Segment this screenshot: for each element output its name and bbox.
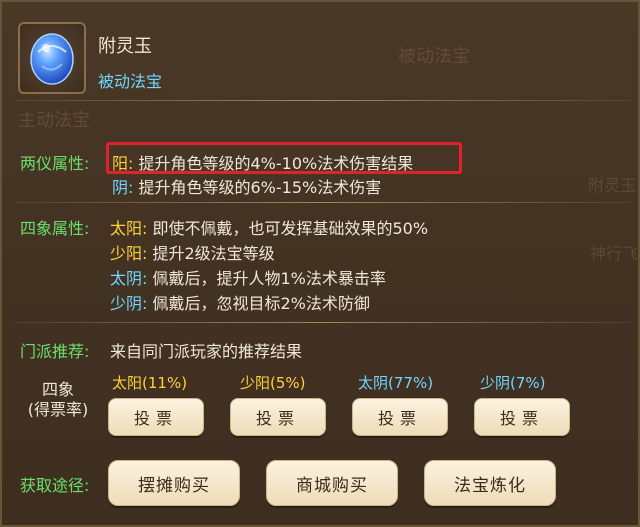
divider xyxy=(14,322,630,323)
vote-option-label: 太阴(77%) xyxy=(358,374,434,392)
vote-header-line1: 四象 xyxy=(41,380,74,399)
item-icon-frame xyxy=(18,22,86,94)
four-forms-row: 少阳: 提升2级法宝等级 xyxy=(110,240,275,264)
four-forms-row: 太阴: 佩戴后，提升人物1%法术暴击率 xyxy=(110,265,386,289)
divider xyxy=(14,100,630,101)
four-forms-tag: 少阴: xyxy=(110,294,148,313)
background-ghost-text: 神行飞 xyxy=(590,244,639,263)
item-name: 附灵玉 xyxy=(98,36,152,57)
four-forms-label: 四象属性: xyxy=(20,219,90,238)
four-forms-text: 佩戴后，提升人物1%法术暴击率 xyxy=(152,269,386,288)
refine-treasure-button[interactable]: 法宝炼化 xyxy=(424,460,556,506)
yin-tag: 阴: xyxy=(112,178,134,197)
four-forms-tag: 太阴: xyxy=(110,269,148,288)
two-forms-label: 两仪属性: xyxy=(20,154,90,173)
vote-header: 四象 (得票率) xyxy=(20,380,96,420)
sect-recommend-label: 门派推荐: xyxy=(20,342,90,361)
vote-button[interactable]: 投票 xyxy=(230,398,326,436)
four-forms-row: 太阳: 即使不佩戴，也可发挥基础效果的50% xyxy=(110,215,428,239)
divider xyxy=(14,202,630,203)
yin-attribute: 阴: 提升角色等级的6%-15%法术伤害 xyxy=(112,174,381,198)
vote-option-label: 少阳(5%) xyxy=(240,374,306,392)
vote-button[interactable]: 投票 xyxy=(474,398,570,436)
background-ghost-text: 主动法宝 xyxy=(18,110,90,131)
vote-button[interactable]: 投票 xyxy=(352,398,448,436)
stall-buy-button[interactable]: 摆摊购买 xyxy=(108,460,240,506)
blue-jade-icon xyxy=(30,33,74,85)
four-forms-tag: 少阳: xyxy=(110,244,148,263)
four-forms-text: 即使不佩戴，也可发挥基础效果的50% xyxy=(152,219,429,238)
background-ghost-text: 被动法宝 xyxy=(398,46,470,67)
highlight-box xyxy=(106,142,462,174)
item-tooltip-panel: 被动法宝 主动法宝 附灵玉 神行飞 附灵玉 被动法宝 两仪属性: 阳: 提升角色… xyxy=(0,0,640,527)
four-forms-row: 少阴: 佩戴后，忽视目标2%法术防御 xyxy=(110,290,370,314)
vote-header-line2: (得票率) xyxy=(27,400,89,419)
background-ghost-text: 附灵玉 xyxy=(588,176,637,195)
vote-button[interactable]: 投票 xyxy=(108,398,204,436)
vote-option-label: 少阴(7%) xyxy=(480,374,546,392)
mall-buy-button[interactable]: 商城购买 xyxy=(266,460,398,506)
item-type: 被动法宝 xyxy=(98,72,163,91)
vote-option-label: 太阳(11%) xyxy=(112,374,188,392)
four-forms-tag: 太阳: xyxy=(110,219,148,238)
four-forms-text: 佩戴后，忽视目标2%法术防御 xyxy=(152,294,370,313)
four-forms-text: 提升2级法宝等级 xyxy=(152,244,275,263)
sect-recommend-text: 来自同门派玩家的推荐结果 xyxy=(110,342,303,361)
yin-text: 提升角色等级的6%-15%法术伤害 xyxy=(138,178,382,197)
acquire-label: 获取途径: xyxy=(20,476,90,495)
